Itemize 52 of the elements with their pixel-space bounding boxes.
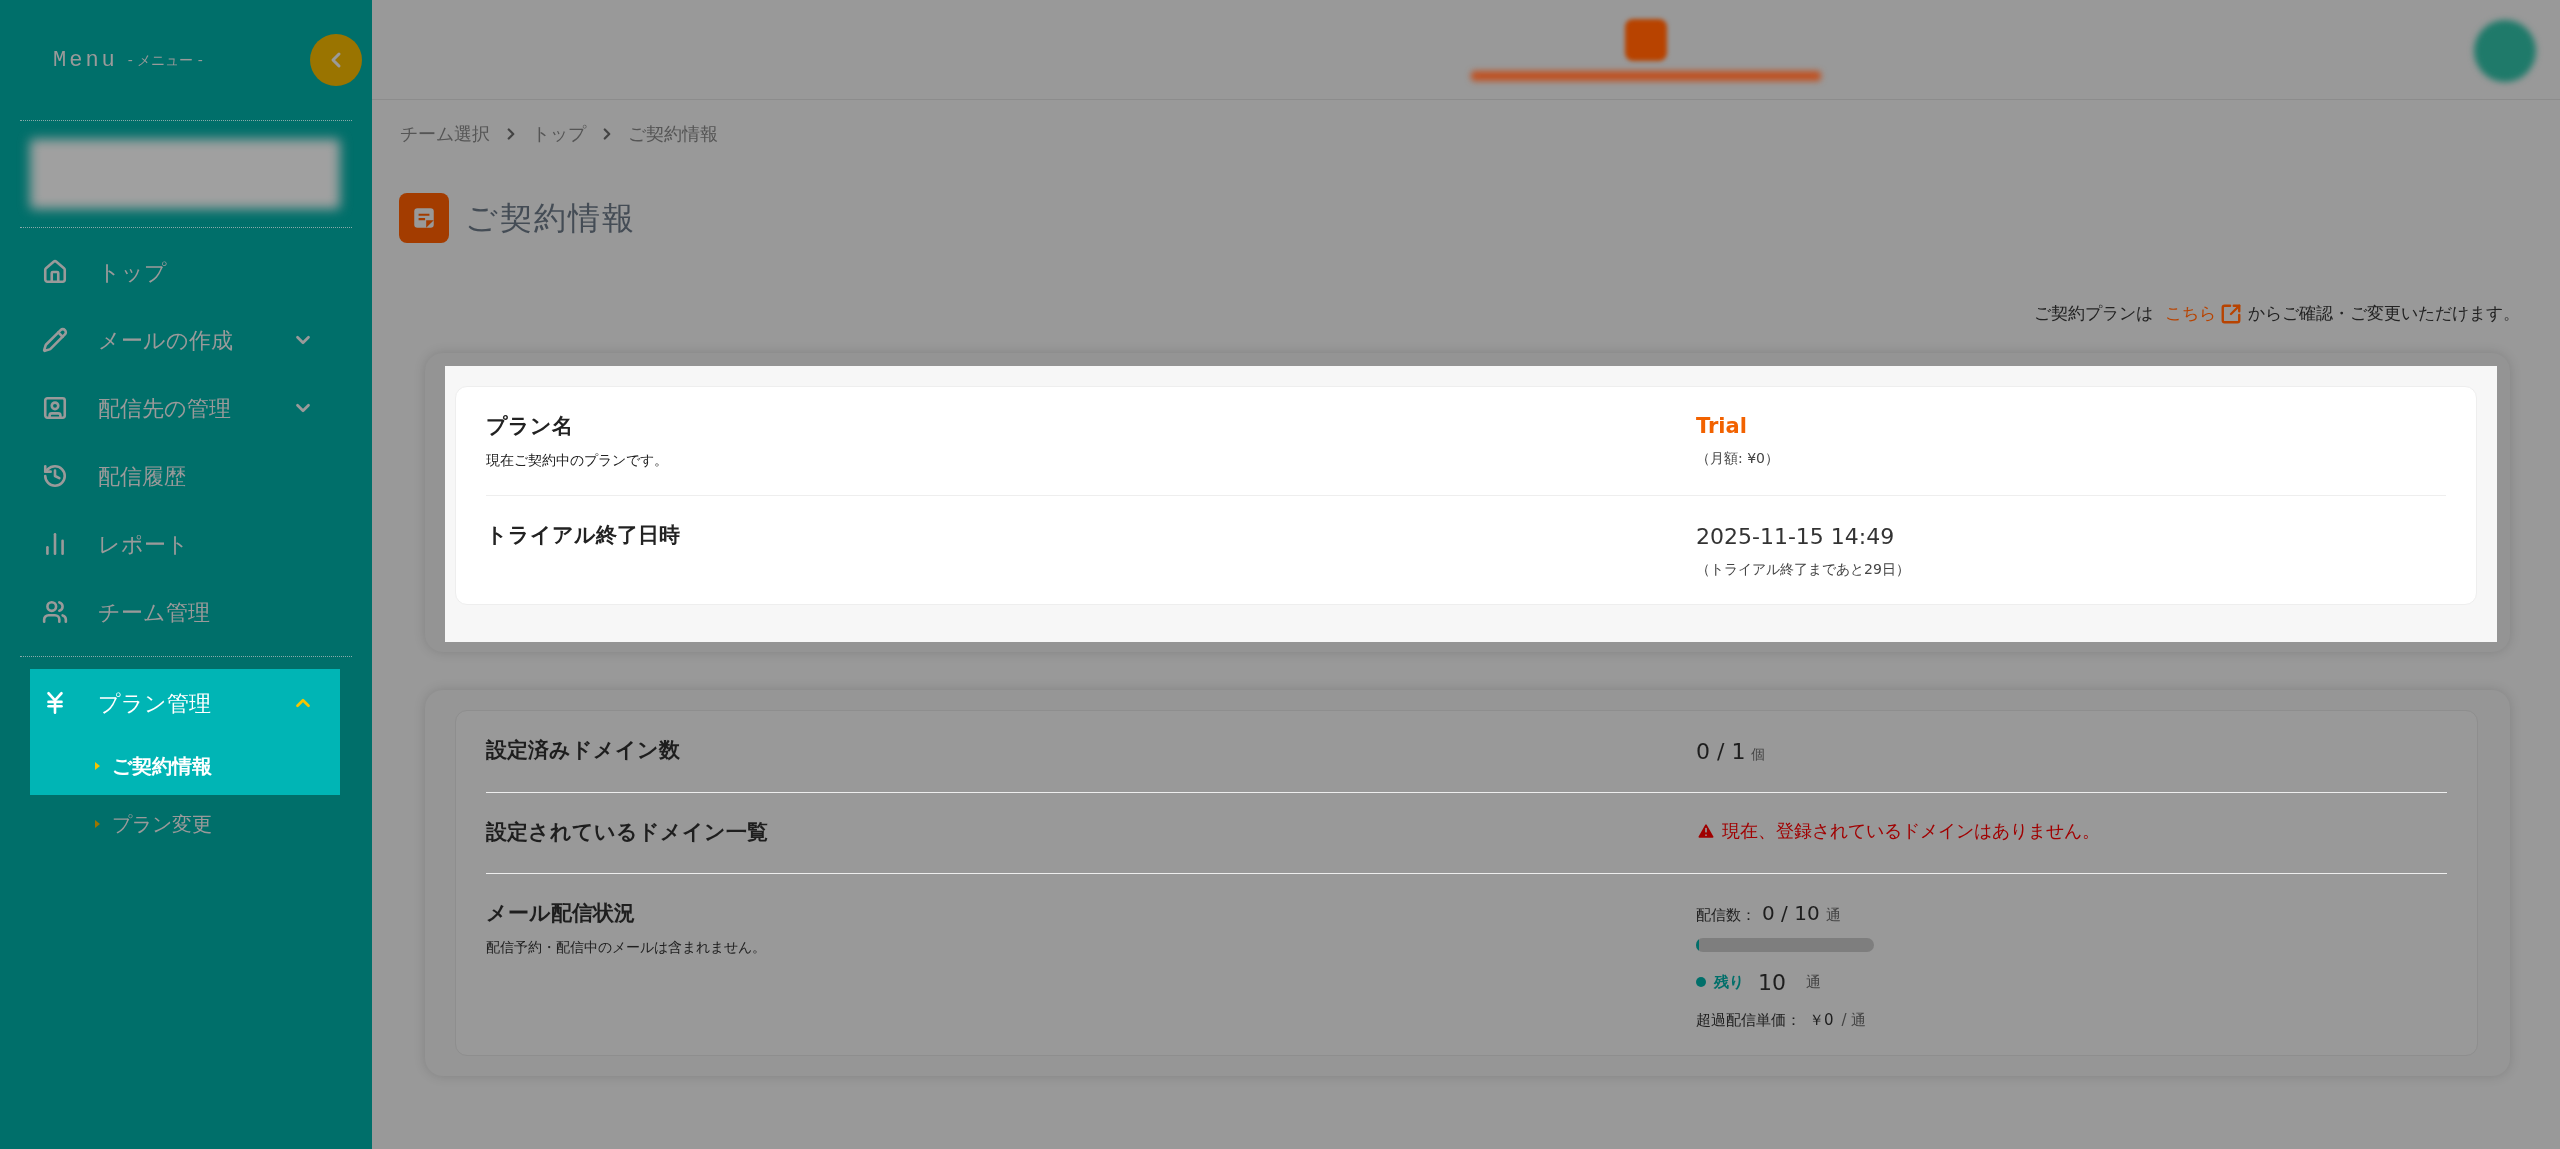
collapse-button[interactable]: [310, 34, 362, 86]
sidebar-item[interactable]: 配信履歴: [30, 442, 340, 510]
row-value: 2025-11-15 14:49: [1696, 523, 1896, 551]
breadcrumb-item[interactable]: チーム選択: [400, 120, 490, 147]
id-badge-icon: [42, 395, 68, 421]
price-label: 超過配信単価：: [1696, 1009, 1801, 1031]
bullet-icon: [95, 820, 100, 828]
note-icon: [399, 193, 449, 243]
remaining-count: 10: [1758, 968, 1786, 997]
submenu-item[interactable]: プラン変更: [30, 795, 340, 853]
menu-title: Menu: [53, 46, 118, 75]
plan-link[interactable]: こちら: [2165, 301, 2242, 327]
sent-count: 0 / 10: [1762, 899, 1820, 927]
row-label: メール配信状況: [486, 899, 636, 927]
remaining-label: 残り: [1714, 971, 1744, 993]
row-description: 配信予約・配信中のメールは含まれません。: [486, 938, 767, 957]
row-value: Trial: [1696, 412, 1748, 440]
price-unit: / 通: [1841, 1009, 1867, 1031]
bullet-icon: [95, 762, 100, 770]
row-description: 現在ご契約中のプランです。: [486, 451, 669, 470]
notice-text: ご契約プランは こちら からご確認・ご変更いただけます。: [2034, 301, 2520, 327]
blurred-logo: [1625, 18, 1667, 61]
sent-unit: 通: [1825, 904, 1841, 926]
domain-count: 0 / 1: [1696, 738, 1746, 766]
blurred-team-field[interactable]: [30, 139, 340, 209]
row-note: （月額: ¥0）: [1696, 449, 1779, 468]
breadcrumb-item[interactable]: トップ: [532, 120, 586, 147]
row-label: 設定済みドメイン数: [486, 737, 681, 764]
sent-label: 配信数：: [1696, 904, 1756, 926]
sidebar-item[interactable]: チーム管理: [30, 578, 340, 646]
remaining-unit: 通: [1806, 971, 1821, 993]
sidebar-item[interactable]: プラン管理: [30, 669, 340, 737]
row-label: 設定されているドメイン一覧: [486, 819, 769, 846]
breadcrumb-item: ご契約情報: [628, 122, 718, 146]
home-icon: [42, 259, 68, 285]
history-icon: [42, 463, 68, 489]
row-label: トライアル終了日時: [486, 522, 681, 549]
page-title: ご契約情報: [465, 198, 636, 239]
sidebar-item[interactable]: レポート: [30, 510, 340, 578]
sidebar-item[interactable]: メールの作成: [30, 306, 340, 374]
blurred-avatar[interactable]: [2474, 20, 2536, 82]
sidebar-item[interactable]: 配信先の管理: [30, 374, 340, 442]
warning-text: 現在、登録されているドメインはありません。: [1722, 819, 2100, 843]
row-label: プラン名: [486, 412, 574, 440]
row-note: （トライアル終了まであと29日）: [1696, 560, 1910, 579]
external-link-icon: [2220, 302, 2242, 325]
pencil-icon: [42, 327, 68, 353]
people-icon: [42, 599, 68, 625]
price-value: ￥0: [1809, 1009, 1834, 1031]
sidebar-item[interactable]: トップ: [30, 238, 340, 306]
count-unit: 個: [1751, 745, 1766, 764]
menu-subtitle: - メニュー -: [127, 50, 204, 70]
